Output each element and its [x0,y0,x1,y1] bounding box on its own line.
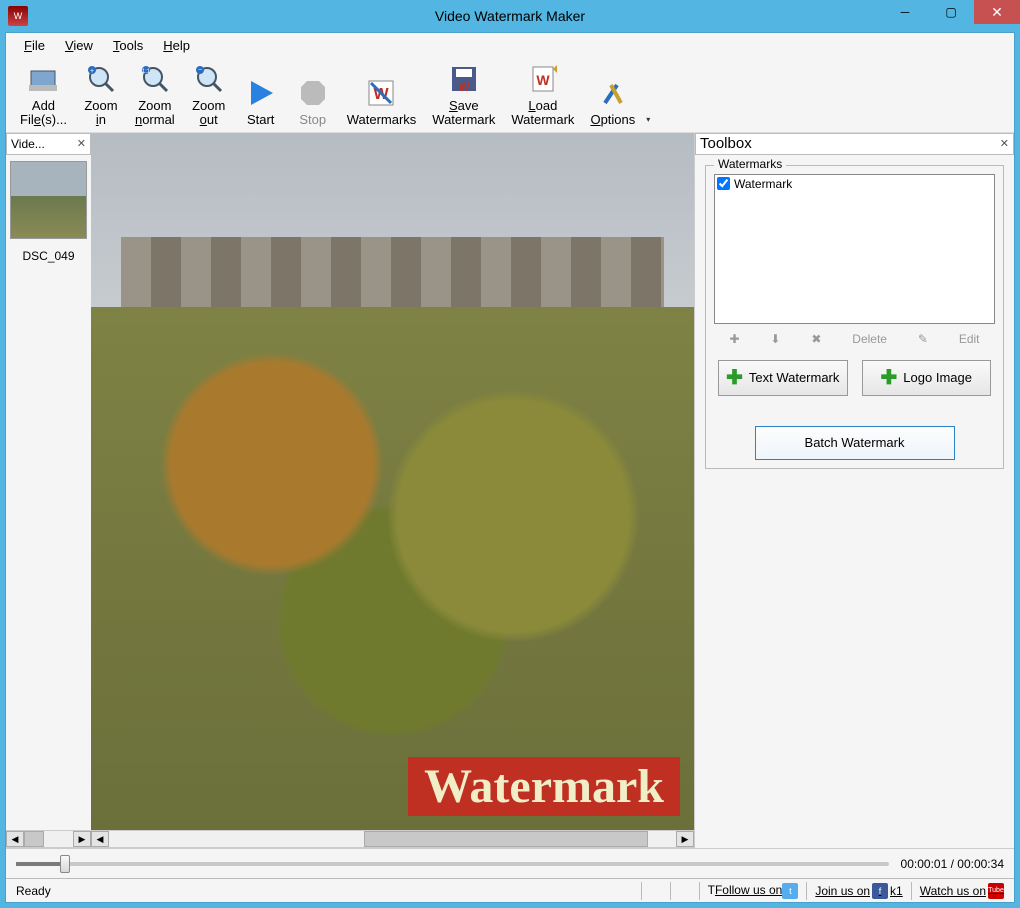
load-watermark-icon: W [527,63,559,95]
scroll-left-icon[interactable]: ◀ [6,831,24,847]
add-files-icon [27,63,59,95]
zoom-normal-icon: 1:1 [139,63,171,95]
remove-op-icon[interactable]: ✖ [811,332,821,346]
file-thumbnail-label: DSC_049 [6,249,91,263]
youtube-icon: Tube [988,883,1004,899]
plus-icon: ✚ [726,365,743,390]
plus-icon: ✚ [881,365,898,390]
logo-image-button[interactable]: ✚ Logo Image [862,360,992,396]
app-icon: W [8,6,28,26]
watermarks-group: Watermarks Watermark ✚ ⬇ ✖ Delete ✎ Edit [705,165,1004,469]
join-facebook-link[interactable]: Join us on fk1 [811,883,906,899]
window-buttons: ─ ▢ ✕ [882,0,1020,32]
window-title: Video Watermark Maker [0,8,1020,24]
edit-button[interactable]: Edit [959,332,980,346]
minimize-button[interactable]: ─ [882,0,928,24]
scroll-right-icon[interactable]: ▶ [73,831,91,847]
svg-text:−: − [198,67,202,74]
watermarks-legend: Watermarks [714,157,786,171]
load-watermark-button[interactable]: W LoadWatermark [505,61,580,130]
file-panel-scrollbar[interactable]: ◀ ▶ [6,830,91,848]
file-panel-tab[interactable]: Vide... ✕ [6,133,91,155]
svg-text:1:1: 1:1 [142,69,151,75]
add-files-button[interactable]: AddFile(s)... [14,61,73,130]
menu-help[interactable]: Help [153,36,200,55]
timeline-time: 00:00:01 / 00:00:34 [901,857,1004,871]
zoom-out-button[interactable]: − Zoomout [185,61,233,130]
down-op-icon[interactable]: ⬇ [770,332,780,346]
preview-panel: Watermark ◀ ▶ [91,133,694,848]
text-watermark-button[interactable]: ✚ Text Watermark [718,360,848,396]
toolbar-overflow[interactable]: ▾ [643,61,653,130]
titlebar: W Video Watermark Maker ─ ▢ ✕ [0,0,1020,32]
toolbox-title: Toolbox [700,135,752,152]
scroll-right-icon[interactable]: ▶ [676,831,694,847]
status-ready: Ready [12,884,55,898]
watch-youtube-link[interactable]: Watch us on Tube [916,883,1008,899]
twitter-icon: t [782,883,798,899]
file-thumbnail[interactable] [10,161,87,239]
zoom-normal-button[interactable]: 1:1 Zoomnormal [129,61,181,130]
close-button[interactable]: ✕ [974,0,1020,24]
svg-text:W: W [536,72,550,88]
timeline-knob[interactable] [60,855,70,873]
zoom-out-icon: − [193,63,225,95]
menu-view[interactable]: View [55,36,103,55]
options-button[interactable]: Options [584,75,641,129]
svg-text:+: + [90,68,94,75]
stop-button[interactable]: Stop [289,75,337,129]
file-panel-tab-label: Vide... [11,137,45,151]
toolbox-tab: Toolbox ✕ [695,133,1014,155]
status-segment: TFollow us ont [704,883,803,899]
save-watermark-button[interactable]: W SaveWatermark [426,61,501,130]
watermark-operations: ✚ ⬇ ✖ Delete ✎ Edit [714,332,995,346]
watermark-item-label: Watermark [734,177,792,191]
start-button[interactable]: Start [237,75,285,129]
menu-tools[interactable]: Tools [103,36,153,55]
save-watermark-icon: W [448,63,480,95]
follow-twitter-link[interactable]: Follow us on [715,883,782,897]
watermark-overlay[interactable]: Watermark [408,757,680,816]
watermark-list[interactable]: Watermark [714,174,995,324]
watermark-list-item[interactable]: Watermark [717,177,992,191]
facebook-icon: f [872,883,888,899]
preview-scrollbar[interactable]: ◀ ▶ [91,830,694,848]
maximize-button[interactable]: ▢ [928,0,974,24]
delete-button[interactable]: Delete [852,332,887,346]
add-op-icon[interactable]: ✚ [729,332,739,346]
watermark-checkbox[interactable] [717,177,730,190]
menubar: File View Tools Help [6,33,1014,57]
zoom-in-icon: + [85,63,117,95]
preview-canvas[interactable]: Watermark [91,133,694,830]
file-panel: Vide... ✕ DSC_049 ◀ ▶ [6,133,91,848]
zoom-in-button[interactable]: + Zoomin [77,61,125,130]
watermarks-button[interactable]: W Watermarks [341,75,423,129]
toolbox-panel: Toolbox ✕ Watermarks Watermark ✚ ⬇ [694,133,1014,848]
batch-watermark-button[interactable]: Batch Watermark [755,426,955,460]
central-area: Vide... ✕ DSC_049 ◀ ▶ Watermark ◀ [6,133,1014,848]
scroll-left-icon[interactable]: ◀ [91,831,109,847]
toolbar: AddFile(s)... + Zoomin 1:1 Zoomnormal − … [6,57,1014,133]
file-panel-close-icon[interactable]: ✕ [77,137,86,150]
options-icon [597,77,629,109]
watermarks-icon: W [365,77,397,109]
play-icon [245,77,277,109]
wand-op-icon[interactable]: ✎ [918,332,928,346]
app-body: File View Tools Help AddFile(s)... + Zoo… [5,32,1015,903]
timeline: 00:00:01 / 00:00:34 [6,848,1014,878]
status-bar: Ready TFollow us ont Join us on fk1 Watc… [6,878,1014,902]
menu-file[interactable]: File [14,36,55,55]
stop-icon [297,77,329,109]
timeline-slider[interactable] [16,862,889,866]
svg-text:W: W [458,80,470,94]
toolbox-close-icon[interactable]: ✕ [1000,137,1009,150]
